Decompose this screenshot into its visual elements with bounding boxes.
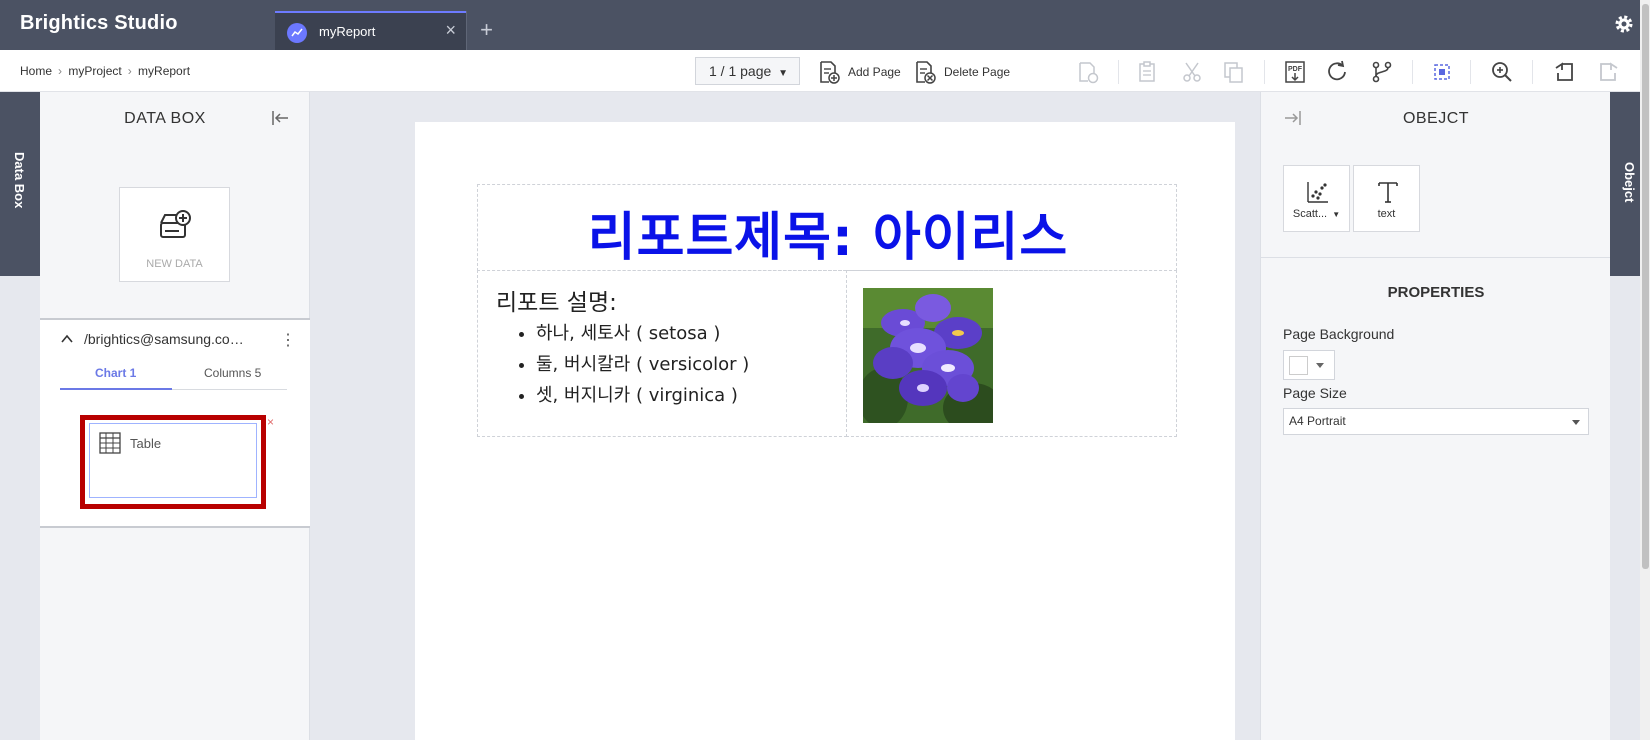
report-page[interactable]: 리포트제목: 아이리스 리포트 설명: 하나, 세토사 ( setosa ) 둘…: [415, 122, 1235, 740]
object-text[interactable]: text: [1353, 165, 1420, 232]
chevron-up-icon[interactable]: [60, 332, 74, 351]
svg-text:PDF: PDF: [1288, 66, 1303, 73]
chart-card-table[interactable]: Table: [89, 423, 257, 498]
page-size-select[interactable]: A4 Portrait: [1283, 408, 1589, 435]
fit-selection-icon[interactable]: [1430, 60, 1454, 84]
description-title: 리포트 설명:: [496, 290, 617, 316]
tab-myreport[interactable]: myReport ×: [275, 11, 466, 50]
delete-object-icon[interactable]: [1076, 60, 1100, 84]
object-strip-label: Obejct: [1622, 162, 1637, 203]
data-source-section: /brightics@samsung.com/... ⋮ Chart 1 Col…: [40, 320, 310, 526]
tab-columns[interactable]: Columns 5: [204, 366, 261, 380]
report-description-box[interactable]: 리포트 설명: 하나, 세토사 ( setosa ) 둘, 버시칼라 ( ver…: [477, 270, 847, 437]
add-page-icon: [820, 61, 840, 84]
tab-chart[interactable]: Chart 1: [95, 366, 136, 380]
scrollbar-thumb[interactable]: [1642, 4, 1649, 569]
more-vertical-icon[interactable]: ⋮: [280, 330, 296, 350]
copy-icon[interactable]: [1222, 60, 1246, 84]
add-page-button[interactable]: Add Page: [818, 59, 901, 85]
toolbar-divider: [1532, 60, 1533, 84]
page-selector-label: 1 / 1 page: [709, 63, 772, 79]
toolbar-divider: [1264, 60, 1265, 84]
data-box-title: DATA BOX: [124, 110, 206, 127]
refresh-icon[interactable]: [1325, 60, 1349, 84]
add-page-label: Add Page: [848, 65, 901, 79]
chevron-right-icon: ›: [58, 64, 63, 78]
breadcrumb-report[interactable]: myReport: [138, 64, 190, 78]
scrollbar[interactable]: [1640, 0, 1650, 740]
remove-chart-icon[interactable]: ×: [267, 415, 274, 429]
report-image-box[interactable]: [846, 270, 1177, 437]
page-background-label: Page Background: [1283, 326, 1395, 342]
caret-down-icon: [1316, 363, 1324, 368]
divider: [1261, 257, 1611, 258]
list-item: 둘, 버시칼라 ( versicolor ): [536, 350, 749, 376]
active-tab-indicator: [60, 388, 172, 390]
delete-page-label: Delete Page: [944, 65, 1011, 79]
data-box-panel: DATA BOX NEW DATA /brightics@samsung.com…: [40, 92, 310, 740]
page-size-value: A4 Portrait: [1289, 414, 1346, 428]
scatter-chart-icon: [1307, 182, 1328, 203]
data-source-path[interactable]: /brightics@samsung.com/...: [84, 331, 254, 347]
delete-page-icon: [916, 61, 936, 84]
page-background-picker[interactable]: [1283, 350, 1335, 380]
properties-title: PROPERTIES: [1387, 284, 1485, 301]
toolbar: Home › myProject › myReport 1 / 1 page ▼ A…: [0, 50, 1650, 92]
new-data-button[interactable]: NEW DATA: [119, 187, 230, 282]
caret-down-icon: ▼: [1332, 210, 1341, 219]
zoom-in-icon[interactable]: [1490, 60, 1514, 84]
cut-icon[interactable]: [1180, 60, 1204, 84]
gear-icon[interactable]: [1612, 12, 1636, 41]
caret-down-icon: [1572, 420, 1580, 425]
object-scatter[interactable]: Scatt... ▼: [1283, 165, 1350, 232]
breadcrumb-home[interactable]: Home: [20, 64, 52, 78]
toolbar-divider: [1118, 60, 1119, 84]
undo-icon[interactable]: [1553, 60, 1577, 84]
tab-label: myReport: [319, 24, 376, 39]
color-swatch: [1289, 356, 1308, 375]
collapse-left-icon[interactable]: [270, 108, 290, 133]
list-item: 하나, 세토사 ( setosa ): [536, 319, 749, 345]
table-icon: [99, 432, 121, 454]
data-source-tabs: Chart 1 Columns 5: [60, 358, 287, 390]
pdf-export-icon[interactable]: PDF: [1283, 60, 1307, 84]
report-title-box[interactable]: 리포트제목: 아이리스: [477, 184, 1177, 271]
app-title: Brightics Studio: [20, 12, 178, 34]
top-bar: Brightics Studio myReport × +: [0, 0, 1650, 50]
close-icon[interactable]: ×: [445, 20, 456, 41]
add-tab-button[interactable]: +: [466, 11, 506, 50]
breadcrumb: Home › myProject › myReport: [20, 64, 193, 78]
divider: [40, 526, 310, 528]
report-title: 리포트제목: 아이리스: [587, 208, 1069, 268]
report-chart-icon: [287, 23, 307, 43]
page-selector[interactable]: 1 / 1 page ▼: [695, 57, 800, 85]
breadcrumb-project[interactable]: myProject: [68, 64, 121, 78]
caret-down-icon: ▼: [778, 68, 789, 79]
add-database-icon: [160, 210, 191, 238]
new-data-label: NEW DATA: [146, 258, 203, 270]
data-box-strip-label: Data Box: [12, 152, 27, 209]
object-panel-title: OBEJCT: [1402, 110, 1470, 127]
chart-card-label: Table: [130, 436, 162, 451]
paste-icon[interactable]: [1136, 60, 1160, 84]
page-size-label: Page Size: [1283, 385, 1347, 401]
data-box-strip[interactable]: Data Box: [0, 92, 40, 276]
object-scatter-label: Scatt... ▼: [1292, 208, 1341, 220]
redo-icon[interactable]: [1596, 60, 1620, 84]
description-list: 하나, 세토사 ( setosa ) 둘, 버시칼라 ( versicolor …: [536, 319, 749, 412]
toolbar-divider: [1412, 60, 1413, 84]
list-item: 셋, 버지니카 ( virginica ): [536, 381, 749, 407]
delete-page-button[interactable]: Delete Page: [914, 59, 1010, 85]
toolbar-divider: [1470, 60, 1471, 84]
object-panel: OBEJCT Scatt... ▼ text PROPERTIES Page B…: [1260, 92, 1611, 740]
iris-flower-image: [863, 288, 993, 423]
data-box-header: DATA BOX: [40, 92, 310, 144]
text-icon: [1378, 182, 1398, 203]
branch-icon[interactable]: [1370, 60, 1394, 84]
object-text-label: text: [1377, 208, 1396, 220]
chevron-right-icon: ›: [127, 64, 132, 78]
